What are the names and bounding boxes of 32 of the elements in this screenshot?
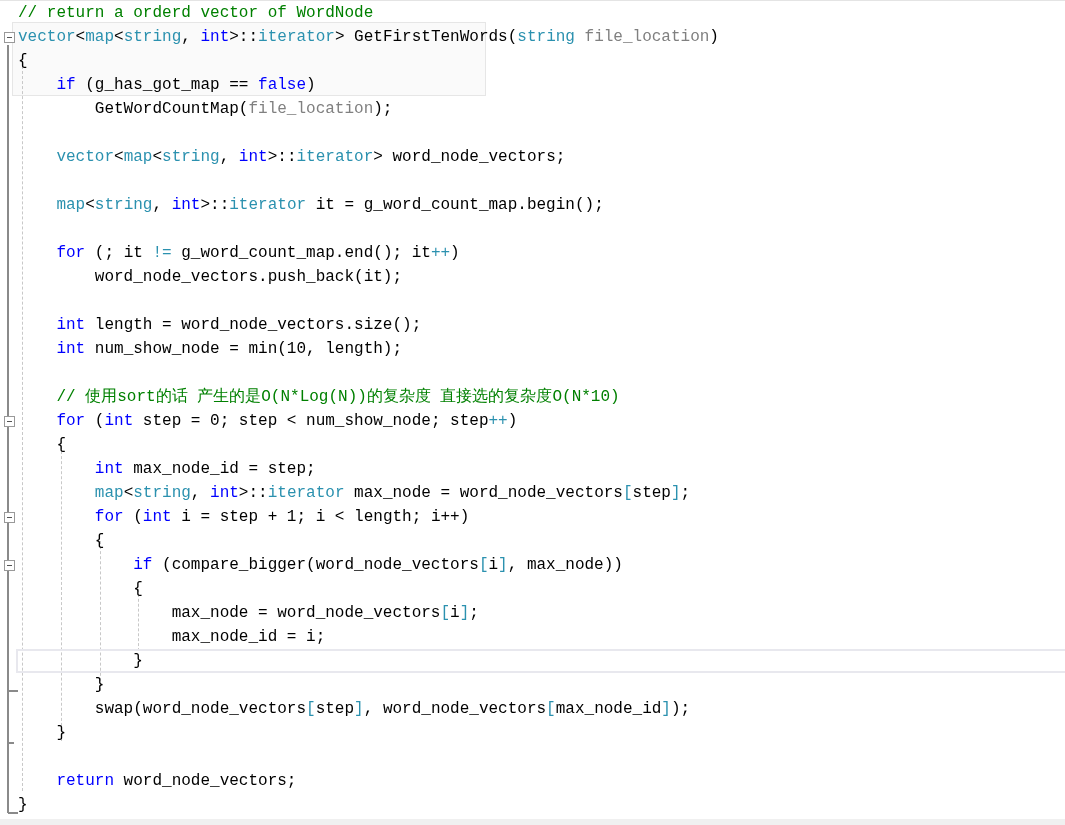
code-line: vector<map<string, int>::iterator> word_node_vectors; <box>55 147 566 167</box>
code-line: { <box>18 51 28 71</box>
code-line: } <box>55 723 66 743</box>
code-line: GetWordCountMap(file_location); <box>93 99 393 119</box>
collapse-icon[interactable] <box>3 31 15 43</box>
collapse-icon[interactable] <box>3 511 15 523</box>
code-line: } <box>132 651 143 671</box>
code-line: // 使用sort的话 产生的是O(N*Log(N))的复杂度 直接选的复杂度O(N*10) <box>55 387 620 407</box>
code-line: for (int step = 0; step < num_show_node; step++) <box>55 411 518 431</box>
code-line: max_node = word_node_vectors[i]; <box>170 603 479 623</box>
code-line: vector<map<string, int>::iterator> GetFirstTenWords(string file_location) <box>18 27 719 47</box>
code-line: for (int i = step + 1; i < length; i++) <box>93 507 470 527</box>
code-line: if (g_has_got_map == false) <box>55 75 316 95</box>
code-line: int length = word_node_vectors.size(); <box>55 315 422 335</box>
code-line: if (compare_bigger(word_node_vectors[i], max_node)) <box>132 555 623 575</box>
code-line: map<string, int>::iterator max_node = word_node_vectors[step]; <box>93 483 691 503</box>
code-line: for (; it != g_word_count_map.end(); it++) <box>55 243 460 263</box>
code-line: { <box>132 579 143 599</box>
code-line: return word_node_vectors; <box>55 771 297 791</box>
code-line: // return a orderd vector of WordNode <box>18 3 374 23</box>
code-line: int num_show_node = min(10, length); <box>55 339 403 359</box>
code-line: } <box>18 795 28 815</box>
collapse-icon[interactable] <box>3 415 15 427</box>
code-line: swap(word_node_vectors[step], word_node_vectors[max_node_id]); <box>93 699 691 719</box>
code-line: int max_node_id = step; <box>93 459 316 479</box>
code-line: max_node_id = i; <box>170 627 326 647</box>
code-line: } <box>93 675 105 695</box>
code-line: { <box>93 531 105 551</box>
code-line: word_node_vectors.push_back(it); <box>93 267 403 287</box>
collapse-icon[interactable] <box>3 559 15 571</box>
code-line: map<string, int>::iterator it = g_word_count_map.begin(); <box>55 195 604 215</box>
code-line: { <box>55 435 66 455</box>
